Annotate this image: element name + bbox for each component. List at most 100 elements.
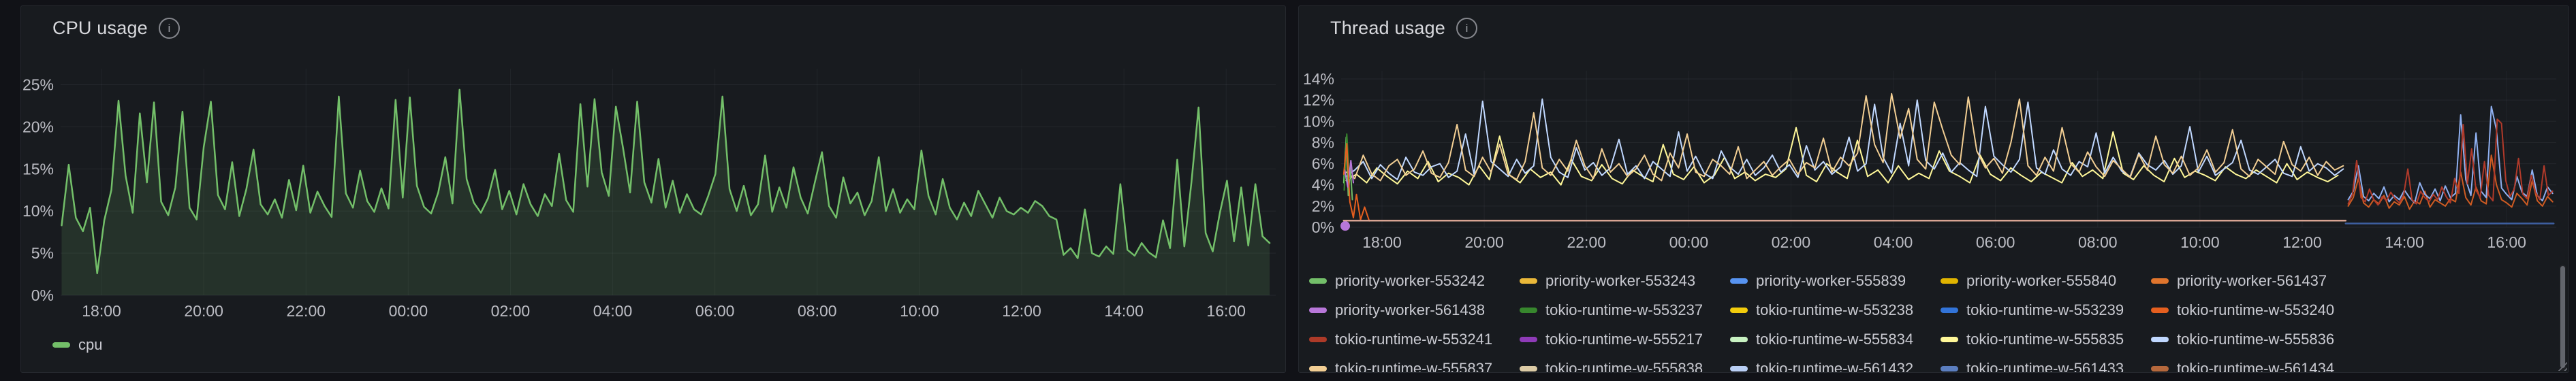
info-icon[interactable]: i — [158, 17, 180, 39]
legend-item-priority-worker-561437[interactable]: priority-worker-561437 — [2151, 266, 2357, 295]
legend-item-tokio-runtime-w-555838[interactable]: tokio-runtime-w-555838 — [1520, 354, 1726, 373]
legend-label: cpu — [78, 336, 103, 353]
legend-swatch — [1730, 365, 1748, 371]
y-tick-label: 10% — [1303, 112, 1334, 130]
legend-item-tokio-runtime-w-553239[interactable]: tokio-runtime-w-553239 — [1941, 295, 2147, 325]
legend-item-tokio-runtime-w-555836[interactable]: tokio-runtime-w-555836 — [2151, 325, 2357, 354]
cpu-legend: cpu — [52, 335, 121, 360]
legend-swatch — [1730, 336, 1748, 342]
legend-swatch — [1730, 307, 1748, 313]
info-glyph: i — [1465, 21, 1468, 35]
legend-label: tokio-runtime-w-553238 — [1756, 301, 1914, 318]
y-tick-label: 8% — [1312, 133, 1334, 151]
legend-label: priority-worker-561437 — [2177, 271, 2327, 289]
legend-item-tokio-runtime-w-561433[interactable]: tokio-runtime-w-561433 — [1941, 354, 2147, 373]
legend-item-tokio-runtime-w-561432[interactable]: tokio-runtime-w-561432 — [1730, 354, 1936, 372]
panel-title[interactable]: CPU usage — [52, 18, 148, 39]
legend-item-tokio-runtime-w-553238[interactable]: tokio-runtime-w-553238 — [1730, 295, 1936, 325]
x-tick-label: 18:00 — [1362, 233, 1402, 251]
y-tick-label: 5% — [31, 244, 54, 262]
x-tick-label: 10:00 — [900, 302, 939, 320]
legend-label: priority-worker-553242 — [1335, 271, 1486, 289]
legend-item-priority-worker-555839[interactable]: priority-worker-555839 — [1730, 266, 1936, 295]
legend-item-priority-worker-555840[interactable]: priority-worker-555840 — [1941, 266, 2147, 295]
legend-label: tokio-runtime-w-555838 — [1545, 359, 1703, 373]
legend-item-tokio-runtime-w-555217[interactable]: tokio-runtime-w-555217 — [1520, 325, 1726, 354]
legend-swatch — [1520, 365, 1537, 371]
y-tick-label: 4% — [1312, 176, 1334, 194]
legend-swatch — [1941, 278, 1958, 284]
series-line-tokio-runtime-w-555835 — [1345, 127, 2339, 186]
panel-cpu-usage: CPU usage i 18:00 20:00 22:00 00:00 02:00 04:… — [20, 5, 1286, 373]
legend-item-priority-worker-553242[interactable]: priority-worker-553242 — [1309, 266, 1515, 295]
series-point-tokio-runtime-w-555217 — [1340, 221, 1351, 231]
legend-label: tokio-runtime-w-553239 — [1966, 301, 2124, 318]
legend-label: tokio-runtime-w-555837 — [1335, 359, 1493, 373]
info-glyph: i — [168, 21, 171, 35]
cpu-usage-chart: 18:00 20:00 22:00 00:00 02:00 04:00 06:00 08:00… — [22, 69, 1276, 320]
y-tick-label: 25% — [22, 76, 54, 94]
x-tick-label: 18:00 — [82, 302, 121, 320]
panel-thread-usage: Thread usage i 18:00 20:00 22:00 00:00 02:00… — [1298, 5, 2569, 373]
x-tick-label: 00:00 — [1669, 233, 1709, 251]
legend-scrollbar[interactable] — [2560, 265, 2566, 371]
x-tick-label: 16:00 — [2487, 233, 2526, 251]
legend-label: tokio-runtime-w-561433 — [1966, 359, 2124, 373]
panel-title[interactable]: Thread usage — [1330, 18, 1445, 39]
thread-legend: priority-worker-553242 priority-worker-55… — [1309, 266, 2562, 373]
legend-swatch — [1520, 336, 1537, 342]
legend-item-tokio-runtime-w-555835[interactable]: tokio-runtime-w-555835 — [1941, 325, 2147, 354]
x-tick-label: 16:00 — [1206, 302, 1246, 320]
legend-scrollbar-thumb[interactable] — [2560, 266, 2565, 368]
x-tick-label: 20:00 — [184, 302, 223, 320]
legend-swatch — [1309, 307, 1327, 313]
legend-item-tokio-runtime-w-553241[interactable]: tokio-runtime-w-553241 — [1309, 325, 1515, 354]
x-tick-label: 02:00 — [491, 302, 531, 320]
legend-swatch — [2151, 307, 2169, 313]
legend-item-tokio-runtime-w-553240[interactable]: tokio-runtime-w-553240 — [2151, 295, 2357, 325]
panel-header: CPU usage i — [21, 6, 1285, 50]
x-tick-label: 20:00 — [1464, 233, 1504, 251]
legend-label: tokio-runtime-w-553240 — [2177, 301, 2335, 318]
legend-label: priority-worker-555839 — [1756, 271, 1906, 289]
legend-swatch — [1520, 307, 1537, 313]
legend-label: tokio-runtime-w-555836 — [2177, 330, 2335, 348]
legend-label: tokio-runtime-w-555834 — [1756, 330, 1914, 348]
x-tick-label: 08:00 — [798, 302, 837, 320]
x-tick-label: 12:00 — [2282, 233, 2322, 251]
legend-swatch — [1309, 336, 1327, 342]
y-tick-label: 10% — [22, 202, 54, 220]
legend-swatch — [1941, 365, 1958, 371]
x-tick-label: 10:00 — [2180, 233, 2220, 251]
legend-swatch — [1941, 336, 1958, 342]
legend-swatch — [2151, 365, 2169, 371]
x-tick-label: 06:00 — [1976, 233, 2015, 251]
legend-item-tokio-runtime-w-553237[interactable]: tokio-runtime-w-553237 — [1520, 295, 1726, 325]
legend-item-tokio-runtime-w-555834[interactable]: tokio-runtime-w-555834 — [1730, 325, 1936, 354]
legend-swatch — [1520, 278, 1537, 284]
y-tick-label: 2% — [1312, 197, 1334, 215]
panel-header: Thread usage i — [1299, 6, 2569, 50]
legend-item-priority-worker-553243[interactable]: priority-worker-553243 — [1520, 266, 1726, 295]
x-tick-label: 22:00 — [286, 302, 326, 320]
legend-item-tokio-runtime-w-561434[interactable]: tokio-runtime-w-561434 — [2151, 354, 2357, 372]
legend-item-cpu[interactable]: cpu — [52, 335, 102, 354]
legend-label: priority-worker-553243 — [1545, 271, 1696, 289]
legend-label: tokio-runtime-w-553237 — [1545, 301, 1703, 318]
legend-label: priority-worker-555840 — [1966, 271, 2117, 289]
legend-item-priority-worker-561438[interactable]: priority-worker-561438 — [1309, 295, 1515, 325]
series-fill-cpu — [61, 89, 1270, 295]
legend-swatch — [2151, 278, 2169, 284]
x-tick-label: 14:00 — [1104, 302, 1144, 320]
y-tick-label: 0% — [31, 286, 54, 304]
x-tick-label: 06:00 — [695, 302, 735, 320]
info-icon[interactable]: i — [1456, 17, 1478, 39]
y-tick-label: 0% — [1312, 218, 1334, 236]
dashboard-canvas: CPU usage i 18:00 20:00 22:00 00:00 02:00 04:… — [0, 0, 2576, 381]
legend-item-tokio-runtime-w-555837[interactable]: tokio-runtime-w-555837 — [1309, 354, 1515, 373]
legend-swatch — [1309, 278, 1327, 284]
y-tick-label: 14% — [1303, 70, 1334, 88]
x-tick-label: 02:00 — [1772, 233, 1811, 251]
y-tick-label: 6% — [1312, 155, 1334, 173]
series-line-tokio-runtime-w-555836 — [1345, 98, 2344, 180]
